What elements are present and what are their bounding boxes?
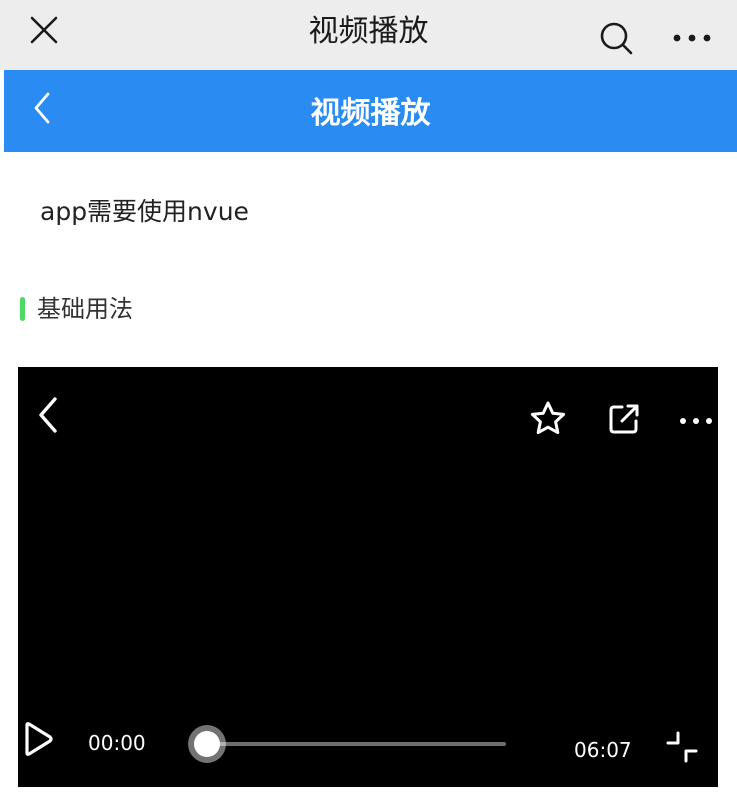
more-dots-icon: [673, 34, 711, 42]
exit-fullscreen-button[interactable]: [662, 727, 702, 767]
more-button[interactable]: [664, 16, 720, 60]
star-icon: [530, 401, 566, 435]
share-icon: [609, 404, 639, 434]
section-title-text: 基础用法: [37, 295, 133, 323]
section-heading: 基础用法: [20, 292, 133, 326]
share-button[interactable]: [602, 397, 646, 441]
video-back-button[interactable]: [26, 389, 70, 441]
progress-thumb[interactable]: [194, 731, 220, 757]
total-time: 06:07: [574, 738, 632, 762]
page: 视频播放 视频播放 app需要使用nvue 基础用法 00:00 06:07: [0, 0, 737, 800]
video-more-button[interactable]: [674, 403, 718, 439]
play-icon: [25, 722, 53, 756]
wechat-title-bar: 视频播放: [0, 0, 737, 70]
exit-fullscreen-icon: [666, 731, 698, 763]
section-accent-bar: [20, 297, 25, 321]
search-icon: [600, 22, 633, 55]
search-button[interactable]: [592, 14, 640, 62]
more-dots-icon: [680, 418, 712, 424]
favorite-button[interactable]: [526, 397, 570, 441]
chevron-left-icon: [39, 397, 57, 433]
progress-slider[interactable]: [194, 731, 506, 757]
video-player[interactable]: 00:00 06:07: [18, 367, 718, 787]
progress-track: [202, 742, 506, 746]
play-button[interactable]: [18, 717, 58, 761]
nav-header: 视频播放: [4, 70, 737, 152]
current-time: 00:00: [88, 731, 146, 755]
nav-title: 视频播放: [310, 96, 431, 131]
nvue-note: app需要使用nvue: [40, 197, 249, 226]
